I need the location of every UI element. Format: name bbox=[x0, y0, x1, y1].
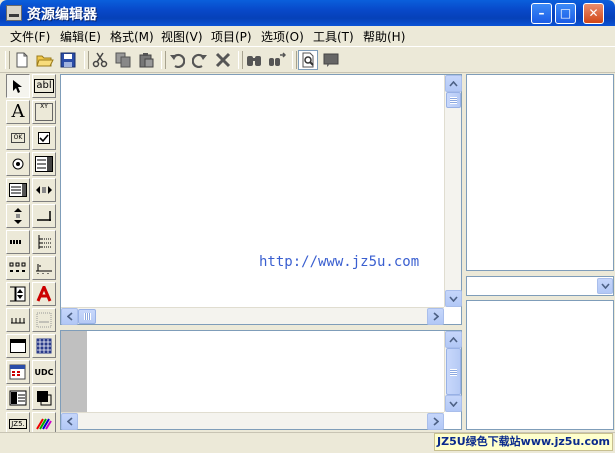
properties-pane[interactable] bbox=[466, 300, 614, 430]
hotkey-tool-icon[interactable] bbox=[32, 308, 56, 332]
scroll-up-button[interactable] bbox=[445, 331, 462, 348]
maximize-button[interactable]: □ bbox=[555, 3, 576, 24]
editor-vertical-scrollbar[interactable] bbox=[444, 75, 462, 307]
window-tool-icon[interactable] bbox=[6, 334, 30, 358]
pointer-tool-icon[interactable] bbox=[6, 74, 30, 98]
menu-file[interactable]: 文件(F) bbox=[10, 28, 50, 45]
menu-help[interactable]: 帮助(H) bbox=[363, 28, 405, 45]
progress-bar-tool-icon[interactable] bbox=[6, 230, 30, 254]
scroll-right-button[interactable] bbox=[427, 413, 444, 430]
radio-button-tool-icon[interactable] bbox=[6, 152, 30, 176]
menu-tools[interactable]: 工具(T) bbox=[313, 28, 354, 45]
grid-tool-icon[interactable] bbox=[32, 334, 56, 358]
scroll-left-button[interactable] bbox=[61, 308, 78, 325]
scroll-down-button[interactable] bbox=[445, 395, 462, 412]
minimize-button[interactable]: – bbox=[531, 3, 552, 24]
output-vertical-scrollbar[interactable] bbox=[444, 331, 462, 412]
open-folder-icon[interactable] bbox=[35, 50, 55, 70]
jz-label: JZ5. bbox=[9, 419, 27, 429]
output-gutter bbox=[61, 331, 87, 412]
group-box-label: XY bbox=[35, 103, 53, 121]
checkbox-tool-icon[interactable] bbox=[32, 126, 56, 150]
frame-tool-icon[interactable] bbox=[32, 204, 56, 228]
delete-icon[interactable] bbox=[213, 50, 233, 70]
toolbar bbox=[0, 46, 615, 73]
title-bar[interactable]: 资源编辑器 – □ ✕ bbox=[0, 0, 615, 26]
udc-tool[interactable]: UDC bbox=[32, 360, 56, 384]
horizontal-scroll-tool-icon[interactable] bbox=[32, 178, 56, 202]
copy-icon[interactable] bbox=[113, 50, 133, 70]
paste-icon[interactable] bbox=[136, 50, 156, 70]
scroll-up-button[interactable] bbox=[445, 75, 462, 92]
close-button[interactable]: ✕ bbox=[583, 3, 604, 24]
slider-tool-icon[interactable] bbox=[32, 256, 56, 280]
toolbar-separator bbox=[292, 51, 297, 69]
editor-horizontal-scrollbar[interactable] bbox=[61, 307, 444, 325]
edit-text-label: abl bbox=[34, 79, 54, 93]
list-box-tool-icon[interactable] bbox=[6, 178, 30, 202]
app-icon bbox=[6, 5, 22, 21]
replace-icon[interactable] bbox=[267, 50, 287, 70]
editor-hscroll-thumb[interactable] bbox=[78, 309, 96, 324]
header-tool-icon[interactable] bbox=[6, 308, 30, 332]
udc-label: UDC bbox=[34, 367, 54, 377]
output-horizontal-scrollbar[interactable] bbox=[61, 412, 444, 430]
window-title: 资源编辑器 bbox=[27, 7, 97, 23]
static-text-label: A bbox=[11, 101, 25, 122]
redo-icon[interactable] bbox=[190, 50, 210, 70]
cut-icon[interactable] bbox=[90, 50, 110, 70]
menu-project[interactable]: 项目(P) bbox=[211, 28, 252, 45]
spin-box-tool-icon[interactable] bbox=[6, 282, 30, 306]
toolbar-grip[interactable] bbox=[5, 51, 10, 69]
menu-edit[interactable]: 编辑(E) bbox=[60, 28, 101, 45]
new-file-icon[interactable] bbox=[12, 50, 32, 70]
scroll-right-button[interactable] bbox=[427, 308, 444, 325]
group-box-tool[interactable]: XY bbox=[32, 100, 56, 124]
toolbar-separator bbox=[238, 51, 243, 69]
list-view-tool-icon[interactable] bbox=[6, 256, 30, 280]
save-icon[interactable] bbox=[58, 50, 78, 70]
chevron-down-icon[interactable] bbox=[597, 278, 613, 294]
comment-icon[interactable] bbox=[321, 50, 341, 70]
menu-bar: 文件(F) 编辑(E) 格式(M) 视图(V) 项目(P) 选项(O) 工具(T… bbox=[0, 26, 615, 46]
calendar-tool-icon[interactable] bbox=[6, 360, 30, 384]
property-page-tool-icon[interactable] bbox=[6, 386, 30, 410]
toolbar-separator bbox=[161, 51, 166, 69]
status-brand-text: JZ5U绿色下载站www.jz5u.com bbox=[434, 433, 613, 451]
vertical-scroll-tool-icon[interactable] bbox=[6, 204, 30, 228]
push-button-label: OK bbox=[10, 133, 26, 143]
editor-vscroll-thumb[interactable] bbox=[446, 92, 461, 108]
combo-box-tool-icon[interactable] bbox=[32, 152, 56, 176]
tree-view-tool-icon[interactable] bbox=[32, 230, 56, 254]
resource-tree-pane[interactable] bbox=[466, 74, 614, 271]
menu-format[interactable]: 格式(M) bbox=[110, 28, 154, 45]
editor-pane[interactable] bbox=[60, 74, 462, 325]
menu-view[interactable]: 视图(V) bbox=[161, 28, 203, 45]
scroll-down-button[interactable] bbox=[445, 290, 462, 307]
preview-icon[interactable] bbox=[298, 50, 318, 70]
control-palette: abl A XY OK UDC JZ5. bbox=[4, 74, 58, 436]
output-pane[interactable] bbox=[60, 330, 462, 430]
animation-tool-icon[interactable] bbox=[32, 282, 56, 306]
menu-options[interactable]: 选项(O) bbox=[261, 28, 304, 45]
output-vscroll-thumb[interactable] bbox=[446, 348, 461, 395]
property-selector[interactable] bbox=[466, 276, 614, 296]
scroll-left-button[interactable] bbox=[61, 413, 78, 430]
toolbar-separator bbox=[84, 51, 89, 69]
edit-text-tool[interactable]: abl bbox=[32, 74, 56, 98]
watermark-url: http://www.jz5u.com bbox=[259, 254, 420, 270]
undo-icon[interactable] bbox=[167, 50, 187, 70]
push-button-tool[interactable]: OK bbox=[6, 126, 30, 150]
color-tool-icon[interactable] bbox=[32, 386, 56, 410]
static-text-tool[interactable]: A bbox=[6, 100, 30, 124]
find-icon[interactable] bbox=[244, 50, 264, 70]
